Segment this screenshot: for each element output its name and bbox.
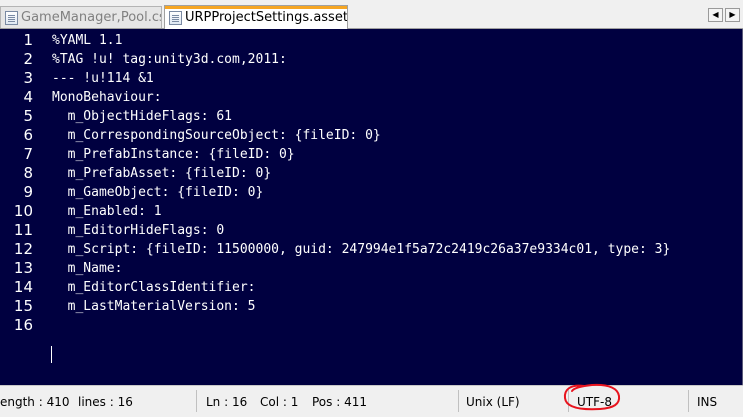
code-line[interactable]: 13 m_Name:	[0, 259, 743, 278]
file-icon	[5, 10, 18, 25]
line-text: m_ObjectHideFlags: 61	[52, 109, 233, 124]
line-text: --- !u!114 &1	[52, 71, 154, 86]
status-divider	[458, 390, 459, 412]
line-text: m_CorrespondingSourceObject: {fileID: 0}	[52, 128, 381, 143]
line-text: m_Script: {fileID: 11500000, guid: 24799…	[52, 242, 671, 257]
code-line[interactable]: 12 m_Script: {fileID: 11500000, guid: 24…	[0, 240, 743, 259]
document-lines: lines : 16	[78, 395, 133, 409]
line-number: 14	[13, 278, 33, 296]
line-number: 15	[13, 297, 33, 315]
line-number: 16	[13, 316, 33, 334]
document-length: ength : 410	[0, 395, 70, 409]
code-line[interactable]: 1 %YAML 1.1	[0, 31, 743, 50]
line-number: 6	[23, 126, 33, 144]
line-text: m_GameObject: {fileID: 0}	[52, 185, 264, 200]
code-line[interactable]: 16	[0, 316, 743, 335]
line-number: 12	[13, 240, 33, 258]
line-text: %YAML 1.1	[52, 33, 123, 48]
insert-mode[interactable]: INS	[697, 395, 717, 409]
line-number: 3	[23, 69, 33, 87]
line-number: 7	[23, 145, 33, 163]
status-divider	[568, 390, 569, 412]
line-number: 1	[23, 31, 33, 49]
code-line[interactable]: 8 m_PrefabAsset: {fileID: 0}	[0, 164, 743, 183]
line-text: m_Enabled: 1	[52, 204, 162, 219]
tab-label: URPProjectSettings.asset	[185, 10, 348, 25]
line-text: m_PrefabAsset: {fileID: 0}	[52, 166, 272, 181]
line-number: 2	[23, 50, 33, 68]
code-line[interactable]: 2 %TAG !u! tag:unity3d.com,2011:	[0, 50, 743, 69]
status-bar: ength : 410 lines : 16 Ln : 16 Col : 1 P…	[0, 383, 743, 417]
line-text: m_Name:	[52, 261, 123, 276]
status-divider	[688, 390, 689, 412]
tab-gamemanager-pool[interactable]: GameManager,Pool.cs	[0, 6, 162, 28]
file-icon	[169, 10, 182, 25]
code-line[interactable]: 4 MonoBehaviour:	[0, 88, 743, 107]
line-number: 13	[13, 259, 33, 277]
code-line[interactable]: 15 m_LastMaterialVersion: 5	[0, 297, 743, 316]
code-line[interactable]: 14 m_EditorClassIdentifier:	[0, 278, 743, 297]
tab-scroll-left-button[interactable]: ◀	[708, 8, 723, 22]
status-divider	[196, 390, 197, 412]
code-line[interactable]: 11 m_EditorHideFlags: 0	[0, 221, 743, 240]
line-text: m_EditorHideFlags: 0	[52, 223, 225, 238]
line-text: %TAG !u! tag:unity3d.com,2011:	[52, 52, 287, 67]
cursor-column: Col : 1	[260, 395, 299, 409]
line-text: m_EditorClassIdentifier:	[52, 280, 256, 295]
line-text: m_PrefabInstance: {fileID: 0}	[52, 147, 295, 162]
code-line[interactable]: 5 m_ObjectHideFlags: 61	[0, 107, 743, 126]
encoding[interactable]: UTF-8	[577, 395, 612, 409]
code-line[interactable]: 6 m_CorrespondingSourceObject: {fileID: …	[0, 126, 743, 145]
text-caret	[51, 346, 52, 363]
code-line[interactable]: 7 m_PrefabInstance: {fileID: 0}	[0, 145, 743, 164]
text-editor[interactable]: 1 %YAML 1.1 2 %TAG !u! tag:unity3d.com,2011…	[0, 29, 743, 385]
tab-label: GameManager,Pool.cs	[21, 10, 162, 25]
line-number: 11	[13, 221, 33, 239]
tab-bar: GameManager,Pool.cs URPProjectSettings.a…	[0, 0, 743, 29]
cursor-position: Pos : 411	[312, 395, 367, 409]
tab-navigation: ◀ ▶	[708, 8, 740, 22]
line-number: 4	[23, 88, 33, 106]
line-number: 9	[23, 183, 33, 201]
code-line[interactable]: 9 m_GameObject: {fileID: 0}	[0, 183, 743, 202]
line-ending[interactable]: Unix (LF)	[466, 395, 520, 409]
line-text: m_LastMaterialVersion: 5	[52, 299, 256, 314]
code-line[interactable]: 3 --- !u!114 &1	[0, 69, 743, 88]
cursor-line: Ln : 16	[206, 395, 248, 409]
line-text: MonoBehaviour:	[52, 90, 162, 105]
line-number: 5	[23, 107, 33, 125]
line-number: 8	[23, 164, 33, 182]
code-line[interactable]: 10 m_Enabled: 1	[0, 202, 743, 221]
tab-urpprojectsettings[interactable]: URPProjectSettings.asset ✕	[164, 5, 348, 29]
active-tab-indicator	[165, 6, 347, 9]
tab-scroll-right-button[interactable]: ▶	[725, 8, 740, 22]
line-number: 10	[13, 202, 33, 220]
